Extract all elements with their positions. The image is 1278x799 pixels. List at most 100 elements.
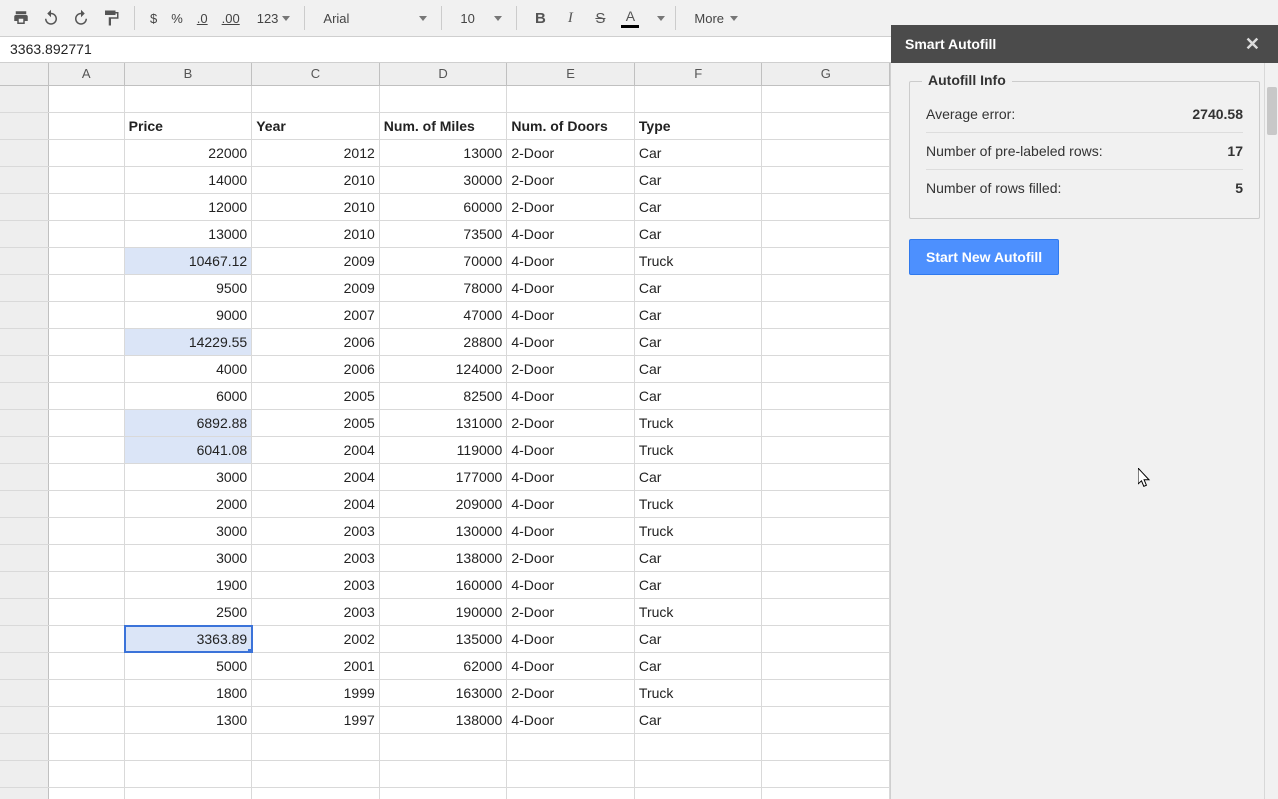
cell-year[interactable]: 2010 <box>252 221 380 247</box>
cell-miles[interactable]: 73500 <box>380 221 508 247</box>
row-header[interactable] <box>0 707 49 733</box>
cell[interactable] <box>49 680 125 706</box>
cell-doors[interactable]: 4-Door <box>507 275 635 301</box>
cell-type[interactable]: Car <box>635 167 763 193</box>
strikethrough-button[interactable]: S <box>585 3 615 33</box>
cell-miles[interactable]: 13000 <box>380 140 508 166</box>
row-header[interactable] <box>0 437 49 463</box>
cell-miles[interactable]: 62000 <box>380 653 508 679</box>
scrollbar-thumb[interactable] <box>1267 87 1277 135</box>
cell-doors[interactable]: 2-Door <box>507 167 635 193</box>
cell-doors[interactable]: 4-Door <box>507 329 635 355</box>
row-header[interactable] <box>0 491 49 517</box>
cell-price[interactable]: 4000 <box>125 356 253 382</box>
row-header[interactable] <box>0 167 49 193</box>
cell-year[interactable]: 2007 <box>252 302 380 328</box>
cell-doors[interactable]: 4-Door <box>507 248 635 274</box>
cell-type[interactable]: Car <box>635 572 763 598</box>
cell-year[interactable]: 2004 <box>252 437 380 463</box>
cell[interactable] <box>762 194 890 220</box>
row-header[interactable] <box>0 248 49 274</box>
cell-miles[interactable]: 190000 <box>380 599 508 625</box>
cell[interactable] <box>507 761 635 787</box>
cell-year[interactable]: 2004 <box>252 464 380 490</box>
cell-type[interactable]: Car <box>635 356 763 382</box>
cell-header[interactable]: Num. of Miles <box>380 113 508 139</box>
cell-doors[interactable]: 2-Door <box>507 356 635 382</box>
cell-type[interactable]: Truck <box>635 410 763 436</box>
cell[interactable] <box>49 194 125 220</box>
text-color-button[interactable]: A <box>615 3 645 33</box>
cell-miles[interactable]: 138000 <box>380 545 508 571</box>
cell-type[interactable]: Truck <box>635 248 763 274</box>
cell-price[interactable]: 14000 <box>125 167 253 193</box>
cell[interactable] <box>49 761 125 787</box>
cell[interactable] <box>125 761 253 787</box>
cell[interactable] <box>49 599 125 625</box>
cell-miles[interactable]: 70000 <box>380 248 508 274</box>
cell[interactable] <box>380 734 508 760</box>
cell[interactable] <box>762 653 890 679</box>
cell-price[interactable]: 10467.12 <box>125 248 253 274</box>
cell[interactable] <box>762 518 890 544</box>
cell[interactable] <box>762 464 890 490</box>
cell[interactable] <box>49 329 125 355</box>
cell-doors[interactable]: 2-Door <box>507 680 635 706</box>
column-header[interactable]: F <box>635 63 763 85</box>
cell-type[interactable]: Car <box>635 329 763 355</box>
column-header[interactable]: E <box>507 63 635 85</box>
cell[interactable] <box>49 653 125 679</box>
cell-price[interactable]: 3363.89 <box>125 626 253 652</box>
cell-price[interactable]: 6000 <box>125 383 253 409</box>
start-new-autofill-button[interactable]: Start New Autofill <box>909 239 1059 275</box>
cell-miles[interactable]: 163000 <box>380 680 508 706</box>
cell[interactable] <box>762 167 890 193</box>
cell-year[interactable]: 2002 <box>252 626 380 652</box>
cell-price[interactable]: 12000 <box>125 194 253 220</box>
cell[interactable] <box>252 788 380 799</box>
cell-type[interactable]: Truck <box>635 518 763 544</box>
row-header[interactable] <box>0 140 49 166</box>
grid[interactable]: PriceYearNum. of MilesNum. of DoorsType2… <box>0 86 890 799</box>
cell-year[interactable]: 2003 <box>252 518 380 544</box>
row-header[interactable] <box>0 410 49 436</box>
cell[interactable] <box>762 734 890 760</box>
italic-button[interactable]: I <box>555 3 585 33</box>
cell-type[interactable]: Truck <box>635 680 763 706</box>
cell-year[interactable]: 2001 <box>252 653 380 679</box>
cell-price[interactable]: 22000 <box>125 140 253 166</box>
cell[interactable] <box>49 572 125 598</box>
cell-doors[interactable]: 4-Door <box>507 653 635 679</box>
cell-doors[interactable]: 4-Door <box>507 437 635 463</box>
row-header[interactable] <box>0 599 49 625</box>
font-size-dropdown[interactable]: 10 <box>450 5 508 31</box>
cell[interactable] <box>125 86 253 112</box>
cell-year[interactable]: 2005 <box>252 410 380 436</box>
cell-type[interactable]: Car <box>635 383 763 409</box>
cell[interactable] <box>49 491 125 517</box>
cell-miles[interactable]: 82500 <box>380 383 508 409</box>
row-header[interactable] <box>0 329 49 355</box>
cell-header[interactable]: Num. of Doors <box>507 113 635 139</box>
cell[interactable] <box>762 86 890 112</box>
cell-doors[interactable]: 2-Door <box>507 140 635 166</box>
cell-year[interactable]: 2012 <box>252 140 380 166</box>
row-header[interactable] <box>0 464 49 490</box>
cell[interactable] <box>762 761 890 787</box>
cell[interactable] <box>49 86 125 112</box>
cell[interactable] <box>49 356 125 382</box>
cell[interactable] <box>49 545 125 571</box>
cell[interactable] <box>635 86 763 112</box>
cell-type[interactable]: Car <box>635 302 763 328</box>
cell[interactable] <box>762 302 890 328</box>
cell-doors[interactable]: 4-Door <box>507 707 635 733</box>
cell-miles[interactable]: 47000 <box>380 302 508 328</box>
cell[interactable] <box>252 86 380 112</box>
text-color-dropdown[interactable] <box>645 5 667 31</box>
cell-type[interactable]: Car <box>635 275 763 301</box>
cell[interactable] <box>49 464 125 490</box>
cell-miles[interactable]: 138000 <box>380 707 508 733</box>
cell[interactable] <box>762 275 890 301</box>
cell[interactable] <box>380 86 508 112</box>
row-header[interactable] <box>0 221 49 247</box>
